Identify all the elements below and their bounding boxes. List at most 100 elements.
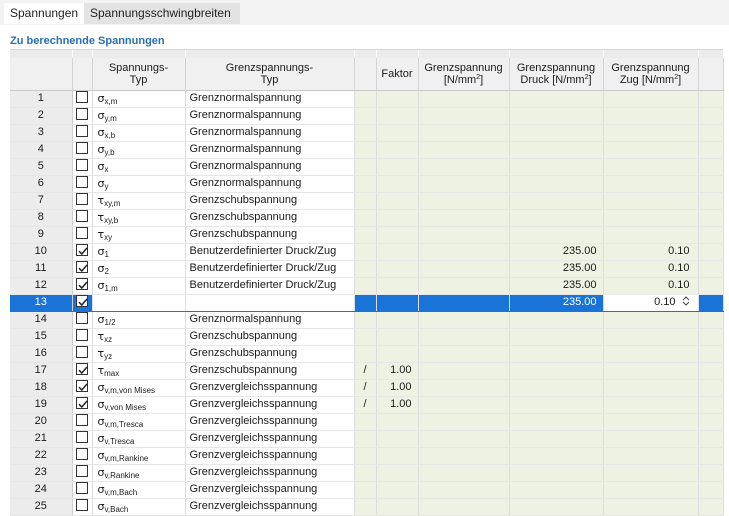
header-grenzspannung-druck[interactable]: Grenzspannung Druck [N/mm2] [509, 58, 604, 91]
row-checkbox-cell[interactable] [72, 362, 93, 380]
limit-tension-cell[interactable] [603, 447, 699, 465]
limit-compression-cell[interactable] [509, 481, 604, 499]
limit-tension-cell[interactable] [603, 345, 699, 363]
row-checkbox[interactable] [76, 431, 88, 444]
table-row[interactable]: 21 σv,Tresca Grenzvergleichsspannung [10, 430, 724, 448]
limit-compression-cell[interactable] [509, 379, 604, 397]
limit-tension-cell[interactable] [603, 209, 699, 227]
table-row[interactable]: 22 σv,m,Rankine Grenzvergleichsspannung [10, 447, 724, 465]
row-checkbox-cell[interactable] [72, 311, 93, 329]
limit-tension-cell[interactable] [603, 311, 699, 329]
factor-cell[interactable] [376, 464, 419, 482]
factor-cell[interactable] [376, 328, 419, 346]
row-checkbox-cell[interactable] [72, 413, 93, 431]
row-checkbox-cell[interactable] [72, 379, 93, 397]
limit-tension-cell[interactable] [603, 481, 699, 499]
row-checkbox[interactable] [76, 346, 88, 359]
limit-stress-type-cell[interactable]: Grenznormalspannung [185, 107, 355, 125]
limit-stress-cell[interactable] [418, 328, 510, 346]
limit-stress-cell[interactable] [418, 362, 510, 380]
stress-type-cell[interactable]: σx [92, 158, 186, 176]
row-checkbox[interactable] [76, 91, 88, 104]
limit-tension-cell[interactable] [603, 413, 699, 431]
row-checkbox[interactable] [76, 108, 88, 121]
stress-type-cell[interactable]: σ2,m [92, 294, 186, 312]
limit-compression-cell[interactable] [509, 328, 604, 346]
limit-compression-cell[interactable] [509, 430, 604, 448]
limit-stress-cell[interactable] [418, 396, 510, 414]
limit-compression-cell[interactable] [509, 311, 604, 329]
stress-type-cell[interactable]: τyz [92, 345, 186, 363]
stress-type-cell[interactable]: σ1,m [92, 277, 186, 295]
limit-stress-type-cell[interactable]: Grenzvergleichsspannung [185, 481, 355, 499]
row-checkbox[interactable] [76, 159, 88, 172]
limit-stress-cell[interactable] [418, 209, 510, 227]
limit-stress-type-cell[interactable]: Grenzvergleichsspannung [185, 430, 355, 448]
limit-stress-type-cell[interactable]: Grenzschubspannung [185, 209, 355, 227]
limit-stress-type-cell[interactable]: Grenzvergleichsspannung [185, 447, 355, 465]
limit-stress-type-cell[interactable]: Grenznormalspannung [185, 124, 355, 142]
limit-stress-type-cell[interactable]: Grenzschubspannung [185, 192, 355, 210]
row-checkbox-cell[interactable] [72, 124, 93, 142]
limit-stress-type-cell[interactable]: Grenznormalspannung [185, 175, 355, 193]
limit-tension-cell[interactable] [603, 430, 699, 448]
limit-stress-type-cell[interactable]: Grenzschubspannung [185, 362, 355, 380]
limit-tension-cell[interactable] [603, 226, 699, 244]
limit-stress-cell[interactable] [418, 413, 510, 431]
factor-cell[interactable]: 1.00 [376, 362, 419, 380]
row-checkbox[interactable] [76, 363, 88, 376]
limit-compression-cell[interactable] [509, 158, 604, 176]
row-checkbox[interactable] [76, 397, 88, 410]
factor-cell[interactable] [376, 345, 419, 363]
limit-compression-cell[interactable] [509, 124, 604, 142]
limit-compression-cell[interactable]: 235.00 [509, 277, 604, 295]
limit-stress-cell[interactable] [418, 226, 510, 244]
limit-stress-type-cell[interactable]: Grenzschubspannung [185, 345, 355, 363]
limit-stress-type-cell[interactable]: Benutzerdefinierter Druck/Zug [185, 277, 355, 295]
row-checkbox[interactable] [76, 465, 88, 478]
row-checkbox-cell[interactable] [72, 107, 93, 125]
stress-type-cell[interactable]: σv,m,Tresca [92, 413, 186, 431]
limit-compression-cell[interactable] [509, 192, 604, 210]
factor-cell[interactable] [376, 481, 419, 499]
limit-compression-cell[interactable] [509, 107, 604, 125]
limit-tension-cell[interactable]: 0.10 [603, 277, 699, 295]
table-row[interactable]: 3 σx,b Grenznormalspannung [10, 124, 724, 142]
factor-cell[interactable] [376, 277, 419, 295]
factor-cell[interactable] [376, 260, 419, 278]
limit-compression-cell[interactable]: 235.00 [509, 243, 604, 261]
row-checkbox-cell[interactable] [72, 226, 93, 244]
table-row[interactable]: 25 σv,Bach Grenzvergleichsspannung [10, 498, 724, 516]
stress-type-cell[interactable]: σv,von Mises [92, 396, 186, 414]
limit-tension-cell[interactable] [603, 328, 699, 346]
table-row[interactable]: 9 τxy Grenzschubspannung [10, 226, 724, 244]
limit-tension-cell[interactable] [603, 498, 699, 516]
limit-stress-cell[interactable] [418, 141, 510, 159]
limit-compression-cell[interactable] [509, 226, 604, 244]
table-row[interactable]: 1 σx,m Grenznormalspannung [10, 90, 724, 108]
limit-stress-cell[interactable] [418, 311, 510, 329]
factor-cell[interactable] [376, 413, 419, 431]
limit-compression-cell[interactable] [509, 90, 604, 108]
limit-compression-cell[interactable] [509, 464, 604, 482]
table-row[interactable]: 15 τxz Grenzschubspannung [10, 328, 724, 346]
spin-arrows-icon[interactable] [682, 295, 690, 307]
row-checkbox-cell[interactable] [72, 243, 93, 261]
limit-tension-cell[interactable] [603, 362, 699, 380]
row-checkbox[interactable] [76, 193, 88, 206]
limit-tension-cell[interactable] [603, 175, 699, 193]
stress-type-cell[interactable]: σy,m [92, 107, 186, 125]
table-row[interactable]: 5 σx Grenznormalspannung [10, 158, 724, 176]
limit-stress-type-cell[interactable]: Grenznormalspannung [185, 90, 355, 108]
row-checkbox-cell[interactable] [72, 90, 93, 108]
row-checkbox[interactable] [76, 482, 88, 495]
table-row[interactable]: 10 σ1 Benutzerdefinierter Druck/Zug 235.00 0… [10, 243, 724, 261]
factor-cell[interactable] [376, 175, 419, 193]
stress-type-cell[interactable]: τxz [92, 328, 186, 346]
table-row[interactable]: 7 τxy,m Grenzschubspannung [10, 192, 724, 210]
factor-cell[interactable] [376, 226, 419, 244]
stress-type-cell[interactable]: σv,m,Rankine [92, 447, 186, 465]
tab-spannungen[interactable]: Spannungen [4, 3, 84, 24]
row-checkbox-cell[interactable] [72, 328, 93, 346]
limit-compression-cell[interactable] [509, 345, 604, 363]
